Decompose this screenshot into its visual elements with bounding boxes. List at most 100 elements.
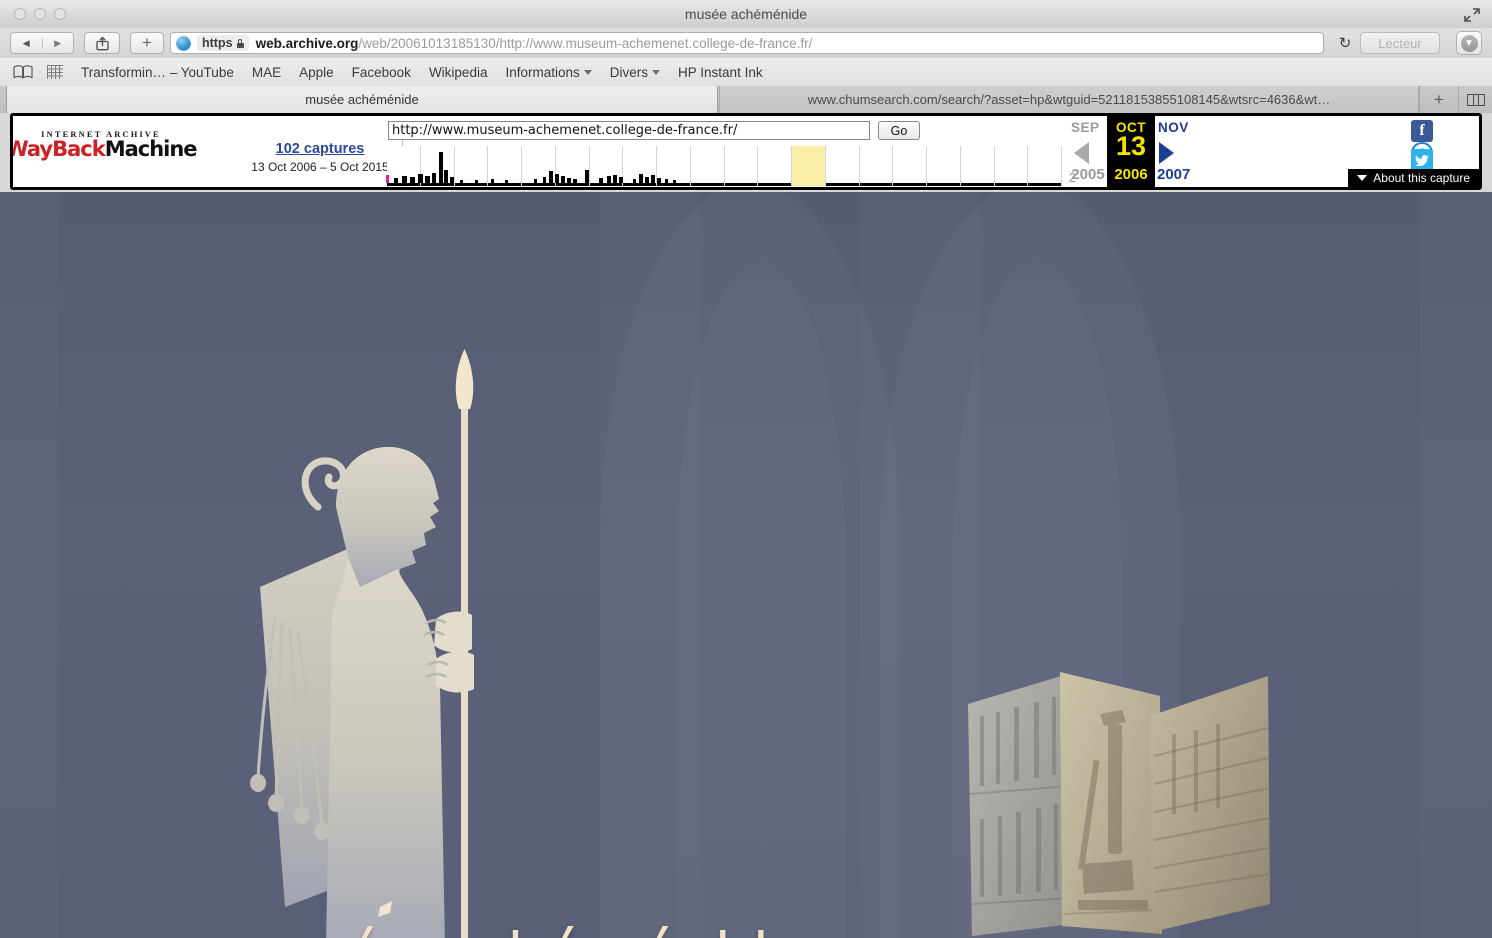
sparkline-year-cell[interactable]: [927, 146, 961, 186]
prev-year-label: 2005: [1071, 166, 1105, 183]
wayback-url-input[interactable]: http://www.museum-achemenet.college-de-f…: [388, 121, 870, 140]
window-title-bar: musée achéménide: [0, 0, 1492, 29]
grid-topsites-icon[interactable]: [47, 65, 63, 79]
sparkline-year-cell[interactable]: [961, 146, 995, 186]
sparkline-capture-bar[interactable]: [549, 171, 553, 183]
sparkline-capture-bar[interactable]: [410, 177, 415, 183]
sparkline-capture-bar[interactable]: [585, 170, 589, 183]
sparkline-year-cell[interactable]: [893, 146, 927, 186]
sparkline-capture-bar[interactable]: [673, 180, 676, 183]
captures-count-link[interactable]: 102 captures: [245, 141, 395, 157]
sparkline-year-cell[interactable]: [995, 146, 1029, 186]
forward-arrow-icon[interactable]: ▶: [43, 38, 74, 49]
sparkline-year-cell[interactable]: [860, 146, 894, 186]
twitter-share-icon[interactable]: [1411, 149, 1433, 171]
sparkline-capture-bar[interactable]: [475, 180, 478, 183]
bookmark-item-hp-instant-ink[interactable]: HP Instant Ink: [678, 65, 763, 80]
sparkline-capture-bar[interactable]: [567, 178, 571, 183]
wayback-logo-black: Machine: [104, 137, 198, 161]
bookmark-item-youtube[interactable]: Transformin… – YouTube: [81, 65, 234, 80]
add-tab-button[interactable]: +: [1419, 86, 1458, 113]
bookmark-folder-informations[interactable]: Informations: [505, 65, 592, 80]
relief-panel-left: [968, 674, 1073, 936]
sparkline-capture-bar[interactable]: [619, 177, 623, 183]
wayback-go-button[interactable]: Go: [878, 121, 920, 140]
sparkline-capture-bar[interactable]: [555, 174, 559, 183]
bookmark-item-wikipedia[interactable]: Wikipedia: [429, 65, 488, 80]
reload-icon[interactable]: ↻: [1334, 32, 1356, 54]
sparkline-capture-bar[interactable]: [491, 179, 494, 183]
sparkline-capture-bar[interactable]: [450, 177, 454, 183]
prev-capture-nav[interactable]: SEP 2005: [1065, 116, 1111, 187]
about-this-capture-label: About this capture: [1373, 171, 1470, 185]
bookmark-label: HP Instant Ink: [678, 64, 763, 80]
sparkline-capture-bar[interactable]: [386, 175, 389, 183]
bookmark-label: Transformin… – YouTube: [81, 64, 234, 80]
sparkline-capture-bar[interactable]: [645, 177, 649, 183]
sparkline-capture-bar[interactable]: [639, 174, 643, 183]
facebook-share-icon[interactable]: f: [1411, 120, 1433, 142]
next-year-label: 2007: [1157, 166, 1191, 183]
download-icon: ▼: [1460, 34, 1478, 52]
share-icon[interactable]: [84, 32, 120, 54]
sparkline-year-cell[interactable]: [1028, 146, 1062, 186]
sparkline-capture-bar[interactable]: [439, 152, 443, 183]
chevron-down-icon: [1357, 175, 1368, 181]
address-bar[interactable]: https web.archive.org/web/20061013185130…: [170, 32, 1324, 54]
bookmark-label: Wikipedia: [428, 64, 488, 80]
reader-button[interactable]: Lecteur: [1360, 32, 1440, 54]
sparkline-capture-bar[interactable]: [444, 170, 448, 183]
bookmark-item-apple[interactable]: Apple: [299, 65, 334, 80]
bookmark-item-facebook[interactable]: Facebook: [352, 65, 411, 80]
sparkline-capture-bar[interactable]: [665, 179, 668, 183]
current-year-label: 2006: [1114, 166, 1148, 183]
sparkline-capture-bar[interactable]: [613, 175, 617, 183]
chevron-down-icon: [583, 69, 592, 75]
captures-summary: 102 captures 13 Oct 2006 – 5 Oct 2015: [245, 141, 395, 174]
sparkline-year-cell[interactable]: [792, 146, 826, 186]
bookmark-item-mae[interactable]: MAE: [252, 65, 281, 80]
capture-sparkline[interactable]: 2: [386, 146, 1076, 186]
sparkline-capture-bar[interactable]: [561, 176, 565, 183]
sparkline-capture-bar[interactable]: [460, 180, 463, 183]
sparkline-capture-bar[interactable]: [657, 178, 661, 183]
wayback-logo[interactable]: INTERNET ARCHIVE WayBackMachine: [13, 124, 198, 164]
new-tab-button[interactable]: +: [130, 32, 164, 54]
sparkline-capture-bar[interactable]: [418, 174, 423, 183]
sparkline-capture-bar[interactable]: [599, 178, 603, 183]
tab-musee-achemenide[interactable]: musée achéménide: [6, 86, 718, 113]
back-arrow-icon[interactable]: ◀: [11, 37, 43, 49]
tab-chumsearch[interactable]: www.chumsearch.com/search/?asset=hp&wtgu…: [719, 86, 1419, 113]
sparkline-capture-bar[interactable]: [505, 180, 508, 183]
sparkline-year-cell[interactable]: [758, 146, 792, 186]
sparkline-capture-bar[interactable]: [394, 178, 398, 183]
https-label: https: [202, 36, 233, 50]
wayback-machine-toolbar: INTERNET ARCHIVE WayBackMachine 102 capt…: [10, 113, 1482, 190]
next-capture-nav[interactable]: NOV 2007: [1153, 116, 1209, 187]
sparkline-year-cell[interactable]: [725, 146, 759, 186]
sparkline-capture-bar[interactable]: [425, 176, 430, 183]
current-capture-date: OCT 13 2006: [1107, 116, 1155, 187]
sparkline-capture-bar[interactable]: [607, 176, 611, 183]
sparkline-capture-bar[interactable]: [402, 176, 407, 183]
nav-buttons-group: ◀ ▶: [10, 32, 74, 54]
fullscreen-arrows-icon[interactable]: [1464, 8, 1480, 22]
about-this-capture-button[interactable]: About this capture: [1348, 169, 1479, 187]
sparkline-capture-bar[interactable]: [432, 173, 436, 183]
sparkline-capture-bar[interactable]: [633, 179, 636, 183]
downloads-button[interactable]: ▼: [1456, 31, 1482, 55]
sparkline-capture-bar[interactable]: [534, 179, 537, 183]
sparkline-year-cell[interactable]: [826, 146, 860, 186]
book-sidebar-icon[interactable]: [13, 65, 33, 79]
tab-overview-button[interactable]: [1458, 86, 1492, 113]
bookmark-folder-divers[interactable]: Divers: [610, 65, 661, 80]
right-triangle-icon: [1159, 142, 1174, 164]
bookmarks-bar: Transformin… – YouTube MAE Apple Faceboo…: [0, 58, 1492, 87]
sparkline-capture-bar[interactable]: [543, 177, 546, 183]
sparkline-capture-bar[interactable]: [573, 179, 577, 183]
bookmark-label: Apple: [299, 64, 334, 80]
share-buttons: f ✕ ?: [1411, 120, 1473, 176]
sparkline-year-cell[interactable]: [691, 146, 725, 186]
sparkline-capture-bar[interactable]: [651, 175, 655, 183]
background-column-stripe: [0, 192, 58, 938]
